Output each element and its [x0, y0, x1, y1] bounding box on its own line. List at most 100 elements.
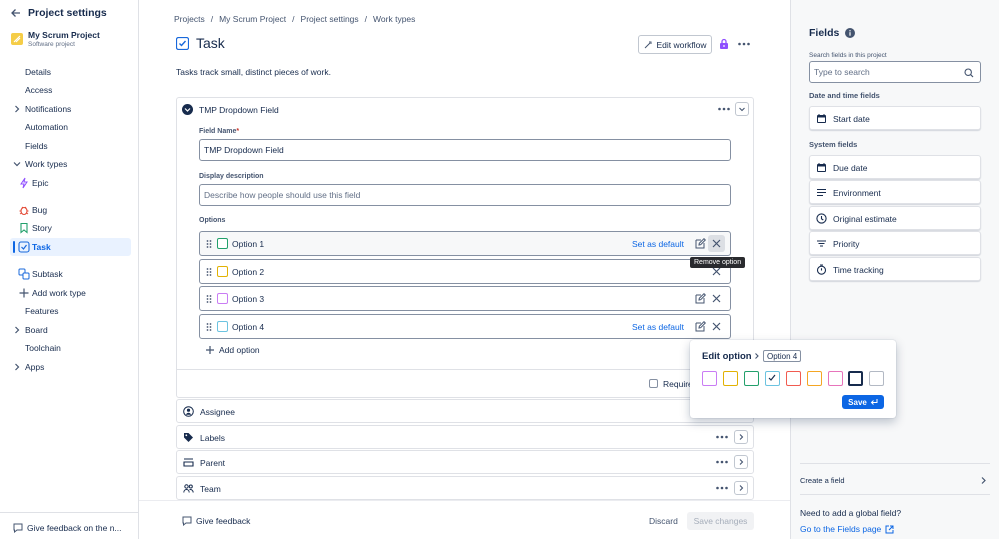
sidebar-item-story[interactable]: Story: [10, 219, 131, 237]
give-feedback-label: Give feedback: [196, 516, 251, 526]
remove-option-button[interactable]: [708, 290, 725, 307]
field-time-tracking[interactable]: Time tracking: [809, 257, 981, 281]
option-label: Option 2: [232, 267, 265, 277]
sidebar-item-notifications[interactable]: Notifications: [10, 100, 131, 118]
field-row-parent[interactable]: Parent: [176, 450, 754, 474]
breadcrumb-project[interactable]: My Scrum Project: [219, 14, 286, 24]
breadcrumb-sep: /: [210, 14, 214, 24]
give-feedback-button[interactable]: Give feedback: [182, 516, 250, 526]
edit-icon[interactable]: [695, 321, 706, 332]
discard-button[interactable]: Discard: [649, 516, 678, 526]
required-checkbox[interactable]: [649, 379, 658, 388]
field-environment[interactable]: Environment: [809, 180, 981, 204]
expand-button[interactable]: [734, 430, 748, 444]
field-row-label: Assignee: [200, 407, 235, 417]
info-button[interactable]: [845, 28, 855, 38]
color-swatch-dark[interactable]: [848, 371, 863, 386]
expand-button[interactable]: [734, 481, 748, 495]
color-swatch-yellow[interactable]: [723, 371, 738, 386]
more-icon[interactable]: [715, 482, 729, 494]
field-row-assignee[interactable]: Assignee: [176, 399, 754, 423]
go-to-fields-link[interactable]: Go to the Fields page: [800, 524, 894, 534]
sidebar-item-add-work-type[interactable]: Add work type: [10, 284, 131, 302]
set-as-default-link[interactable]: Set as default: [632, 322, 684, 332]
edit-option-save-button[interactable]: Save: [842, 395, 884, 409]
option-label: Option 1: [232, 239, 265, 249]
color-swatch-orange[interactable]: [807, 371, 822, 386]
right-panel-divider: [800, 494, 990, 495]
field-card-more-button[interactable]: [717, 103, 731, 115]
option-row-4[interactable]: Option 4 Set as default: [199, 314, 731, 339]
color-swatch-pink[interactable]: [828, 371, 843, 386]
sidebar-item-subtask[interactable]: Subtask: [10, 265, 131, 283]
more-icon[interactable]: [715, 456, 729, 468]
sidebar-item-features[interactable]: Features: [10, 302, 131, 320]
sidebar-item-access[interactable]: Access: [10, 81, 131, 99]
edit-icon[interactable]: [695, 238, 706, 249]
edit-workflow-button[interactable]: Edit workflow: [638, 35, 712, 54]
task-type-icon: [176, 37, 189, 50]
sidebar-item-automation[interactable]: Automation: [10, 118, 131, 136]
sidebar-item-task[interactable]: Task: [10, 238, 131, 256]
option-color-swatch: [217, 266, 228, 277]
color-swatch-teal[interactable]: [765, 371, 780, 386]
color-swatch-purple[interactable]: [702, 371, 717, 386]
drag-handle-icon[interactable]: [206, 267, 212, 277]
create-field-link[interactable]: Create a field: [800, 474, 988, 488]
option-color-swatch: [217, 238, 228, 249]
stopwatch-icon: [816, 264, 827, 275]
option-label: Option 4: [232, 322, 265, 332]
search-fields-input[interactable]: Type to search: [809, 61, 981, 83]
color-swatch-red[interactable]: [786, 371, 801, 386]
field-row-labels[interactable]: Labels: [176, 425, 754, 449]
field-priority[interactable]: Priority: [809, 231, 981, 255]
expand-button[interactable]: [734, 455, 748, 469]
field-name-input[interactable]: TMP Dropdown Field: [199, 139, 731, 161]
field-start-date[interactable]: Start date: [809, 106, 981, 130]
display-description-input[interactable]: Describe how people should use this fiel…: [199, 184, 731, 206]
page-more-button[interactable]: [737, 39, 751, 49]
sidebar-item-apps[interactable]: Apps: [10, 358, 131, 376]
color-swatch-gray[interactable]: [869, 371, 884, 386]
sidebar-item-epic[interactable]: Epic: [10, 174, 131, 192]
sidebar-item-bug[interactable]: Bug: [10, 201, 131, 219]
option-row-1[interactable]: Option 1 Set as default: [199, 231, 731, 256]
breadcrumb-projects[interactable]: Projects: [174, 14, 205, 24]
chevron-right-icon: [755, 353, 759, 359]
set-as-default-link[interactable]: Set as default: [632, 239, 684, 249]
back-button[interactable]: [10, 7, 22, 19]
sidebar-item-work-types[interactable]: Work types: [10, 155, 131, 173]
drag-handle-icon[interactable]: [206, 322, 212, 332]
color-swatch-green[interactable]: [744, 371, 759, 386]
edit-option-name-input[interactable]: Option 4: [763, 350, 802, 362]
more-icon[interactable]: [715, 431, 729, 443]
sidebar-feedback-button[interactable]: Give feedback on the n...: [13, 522, 135, 534]
field-label: Time tracking: [833, 265, 884, 275]
edit-icon[interactable]: [695, 293, 706, 304]
field-row-team[interactable]: Team: [176, 476, 754, 500]
field-original-estimate[interactable]: Original estimate: [809, 206, 981, 230]
breadcrumb-work-types[interactable]: Work types: [373, 14, 415, 24]
save-changes-button[interactable]: Save changes: [687, 512, 754, 530]
option-row-2[interactable]: Option 2: [199, 259, 731, 284]
sidebar-item-toolchain[interactable]: Toolchain: [10, 339, 131, 357]
remove-option-button[interactable]: [708, 235, 725, 252]
field-card-collapse-toggle[interactable]: [182, 104, 193, 115]
sidebar-item-fields[interactable]: Fields: [10, 137, 131, 155]
chevron-down-icon: [13, 162, 21, 167]
add-option-button[interactable]: Add option: [205, 345, 260, 355]
drag-handle-icon[interactable]: [206, 294, 212, 304]
sidebar-item-board[interactable]: Board: [10, 321, 131, 339]
remove-option-button[interactable]: [708, 318, 725, 335]
close-icon: [712, 322, 721, 331]
text-lines-icon: [817, 188, 826, 197]
breadcrumb-project-settings[interactable]: Project settings: [301, 14, 359, 24]
close-icon: [712, 267, 721, 276]
option-row-3[interactable]: Option 3: [199, 286, 731, 311]
breadcrumb: Projects / My Scrum Project / Project se…: [174, 14, 415, 24]
sidebar-item-details[interactable]: Details: [10, 63, 131, 81]
field-card-collapse-button[interactable]: [735, 102, 749, 116]
lock-button[interactable]: [718, 38, 730, 50]
field-due-date[interactable]: Due date: [809, 155, 981, 179]
drag-handle-icon[interactable]: [206, 239, 212, 249]
